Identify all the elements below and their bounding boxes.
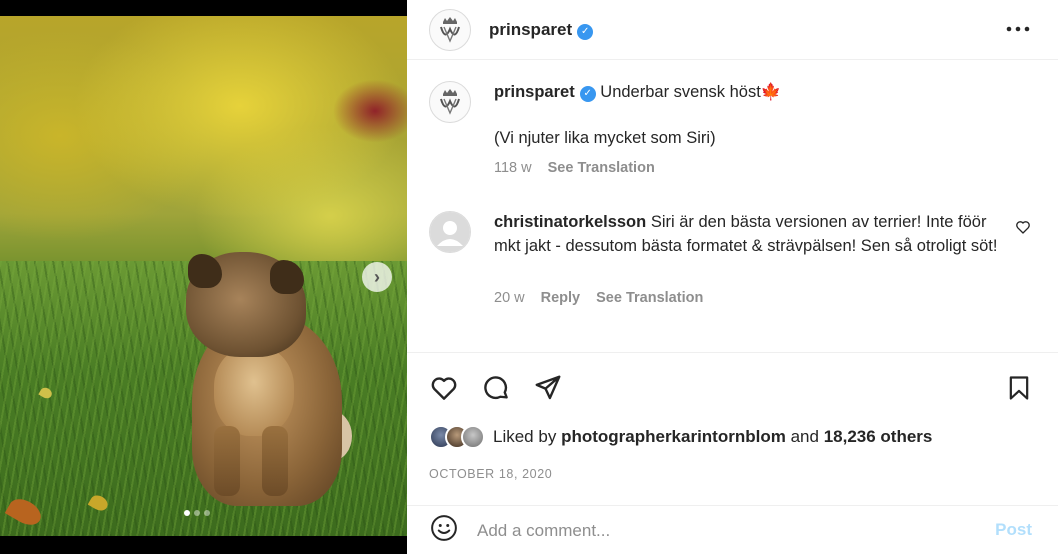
post-actions: Liked by photographerkarintornblom and 1… <box>407 352 1058 552</box>
like-comment-heart-icon[interactable] <box>1015 219 1031 240</box>
caption-text: prinsparet ✓ Underbar svensk höst🍁 (Vi nj… <box>494 81 1014 150</box>
royal-monogram-icon <box>440 89 460 115</box>
liked-by-label: Liked by <box>493 427 557 446</box>
profile-avatar[interactable] <box>429 8 471 51</box>
dog-leg <box>262 426 288 496</box>
add-comment-bar: Post <box>407 505 1058 554</box>
caption-see-translation[interactable]: See Translation <box>548 160 655 176</box>
more-options-icon[interactable] <box>1006 16 1030 39</box>
post-date[interactable]: OCTOBER 18, 2020 <box>429 467 552 481</box>
next-slide-button[interactable]: › <box>362 262 392 292</box>
default-avatar-icon <box>430 212 470 252</box>
commenter-avatar[interactable] <box>429 211 471 253</box>
caption-avatar[interactable] <box>429 81 471 123</box>
carousel-dot-active <box>184 510 190 516</box>
verified-badge-icon: ✓ <box>579 86 596 102</box>
header-username[interactable]: prinsparet ✓ <box>489 20 594 40</box>
comment-see-translation[interactable]: See Translation <box>596 290 703 306</box>
post-header: prinsparet ✓ <box>407 0 1058 60</box>
caption-username[interactable]: prinsparet <box>494 83 575 101</box>
post-comment-button[interactable]: Post <box>995 520 1032 540</box>
post-details-panel: prinsparet ✓ prinsparet ✓ Underbar svensk … <box>407 0 1058 554</box>
liker-avatars <box>429 425 485 449</box>
caption-meta: 118 w See Translation <box>494 160 655 176</box>
royal-monogram-icon <box>440 16 460 43</box>
heart-icon[interactable] <box>429 373 459 408</box>
send-icon[interactable] <box>533 373 563 408</box>
comment-age[interactable]: 20 w <box>494 290 525 306</box>
post-media: › <box>0 0 407 554</box>
comments-list[interactable]: prinsparet ✓ Underbar svensk höst🍁 (Vi nj… <box>407 61 1058 351</box>
liked-and: and <box>790 427 819 446</box>
comment-icon[interactable] <box>481 373 511 408</box>
emoji-icon[interactable] <box>429 513 459 548</box>
caption-line2: (Vi njuter lika mycket som Siri) <box>494 128 716 147</box>
dog-photo[interactable] <box>0 16 407 536</box>
caption-age[interactable]: 118 w <box>494 160 532 176</box>
liked-by-user[interactable]: photographerkarintornblom <box>561 427 786 447</box>
comment-meta: 20 w Reply See Translation <box>494 290 703 306</box>
carousel-dot <box>204 510 210 516</box>
carousel-dot <box>194 510 200 516</box>
header-username-text[interactable]: prinsparet <box>489 20 572 39</box>
comment-text: christinatorkelsson Siri är den bästa ve… <box>494 211 1014 258</box>
chevron-right-icon: › <box>374 266 380 287</box>
liked-others[interactable]: 18,236 others <box>824 427 933 447</box>
comment-reply-button[interactable]: Reply <box>541 290 581 306</box>
carousel-indicator <box>184 510 210 516</box>
dog-leg <box>214 426 240 496</box>
dog-chest <box>214 346 294 436</box>
comment-input[interactable] <box>477 520 957 541</box>
bookmark-icon[interactable] <box>1005 373 1033 408</box>
caption-line1: Underbar svensk höst🍁 <box>600 83 782 101</box>
caption-comment: prinsparet ✓ Underbar svensk höst🍁 (Vi nj… <box>429 81 1039 201</box>
liker-avatar[interactable] <box>461 425 485 449</box>
likes-summary: Liked by photographerkarintornblom and 1… <box>429 425 932 449</box>
comment-row: christinatorkelsson Siri är den bästa ve… <box>429 211 1039 321</box>
verified-badge-icon: ✓ <box>577 23 594 40</box>
comment-username[interactable]: christinatorkelsson <box>494 213 646 231</box>
